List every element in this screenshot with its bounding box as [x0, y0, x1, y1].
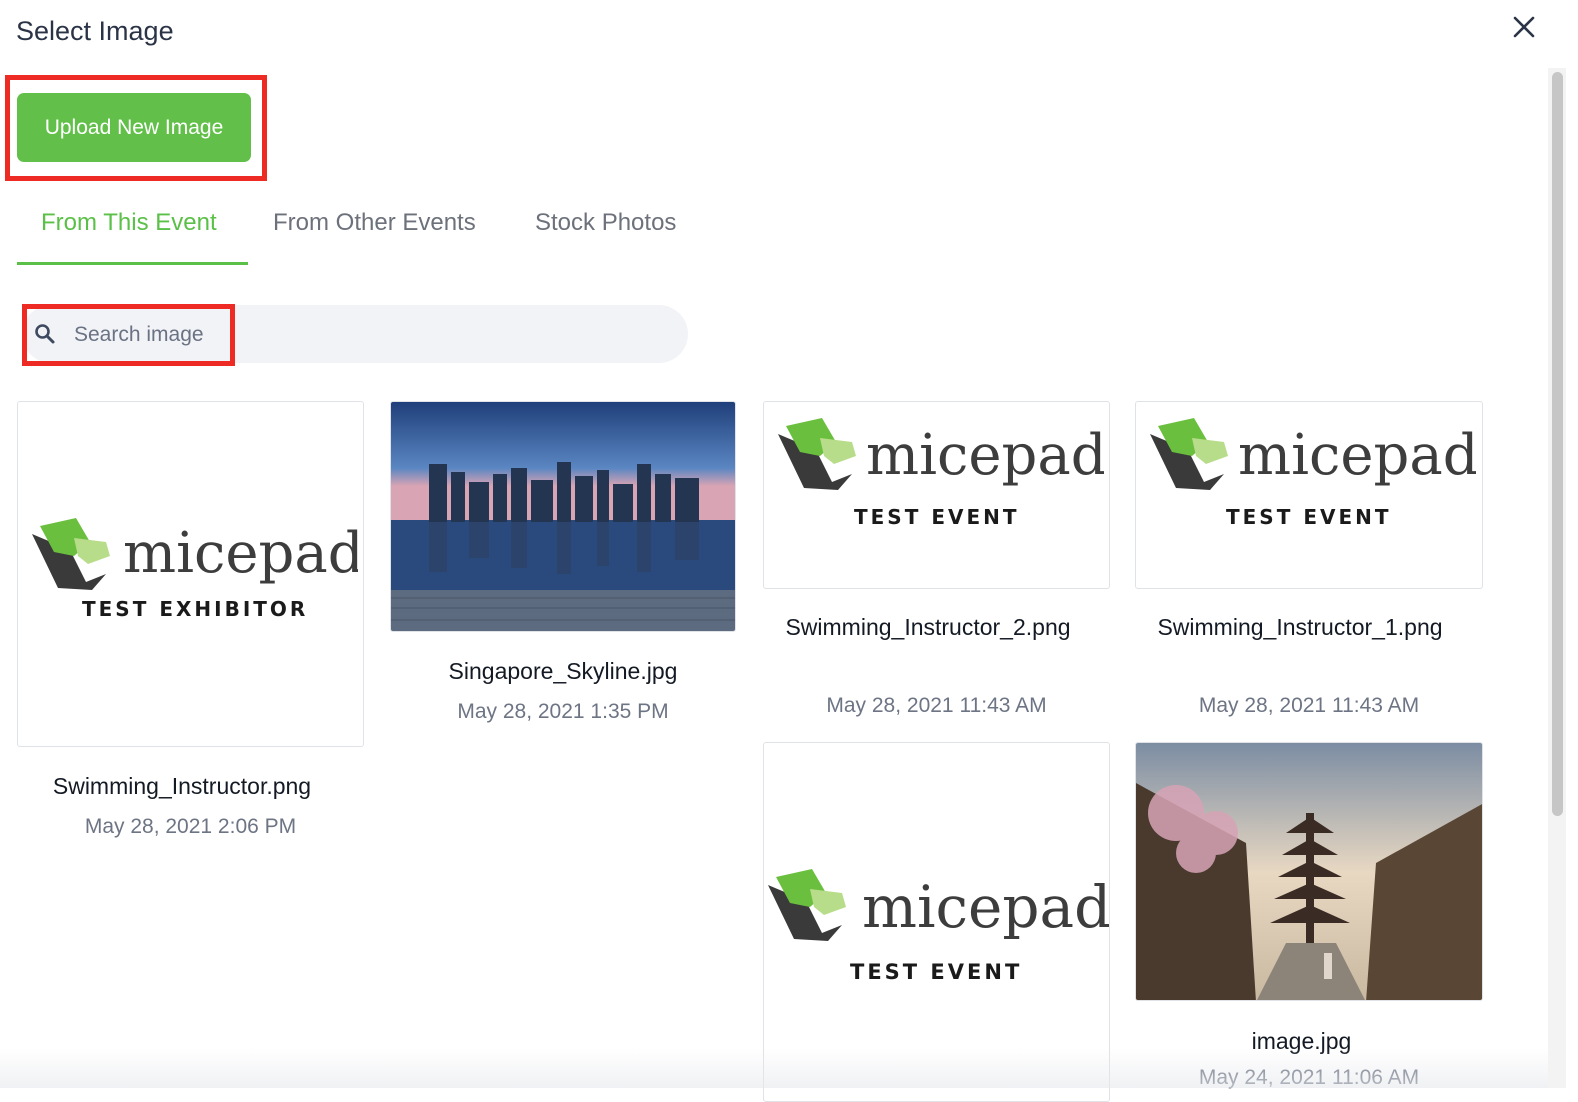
logo-subtitle: TEST EVENT: [1226, 505, 1392, 529]
tab-from-other-events[interactable]: From Other Events: [273, 209, 476, 237]
image-date: May 28, 2021 11:43 AM: [826, 694, 1047, 717]
tab-from-this-event[interactable]: From This Event: [41, 209, 217, 237]
image-filename: Singapore_Skyline.jpg: [448, 658, 678, 684]
image-card-thumbnail[interactable]: [1135, 742, 1483, 1001]
image-filename: Swimming_Instructor_2.png: [785, 614, 1071, 640]
micepad-logo: micepad TEST EVENT: [1150, 418, 1476, 529]
close-icon[interactable]: [1509, 12, 1539, 42]
logo-subtitle: TEST EXHIBITOR: [82, 597, 308, 621]
kyoto-street-photo: [1136, 743, 1482, 1000]
image-filename: image.jpg: [1251, 1028, 1352, 1054]
image-card-thumbnail[interactable]: [390, 401, 736, 632]
search-highlight-box: [22, 304, 235, 366]
image-card-thumbnail[interactable]: micepad TEST EXHIBITOR: [17, 401, 364, 747]
micepad-logo: micepad TEST EXHIBITOR: [32, 518, 358, 621]
image-date: May 28, 2021 11:43 AM: [1198, 694, 1420, 717]
image-filename: Swimming_Instructor.png: [52, 773, 312, 799]
image-card-thumbnail[interactable]: micepad TEST EVENT: [763, 401, 1110, 589]
logo-word: micepad: [862, 873, 1110, 941]
logo-word: micepad: [1238, 423, 1476, 488]
active-tab-indicator: [17, 262, 248, 265]
image-filename: Swimming_Instructor_1.png: [1157, 614, 1443, 640]
tab-stock-photos[interactable]: Stock Photos: [535, 209, 676, 237]
image-date: May 28, 2021 1:35 PM: [457, 700, 669, 723]
logo-word: micepad: [866, 423, 1104, 488]
logo-subtitle: TEST EVENT: [854, 505, 1020, 529]
image-card-thumbnail[interactable]: micepad TEST EVENT: [763, 742, 1110, 1102]
logo-subtitle: TEST EVENT: [850, 960, 1022, 983]
scrollbar-thumb[interactable]: [1552, 72, 1563, 816]
dialog-title: Select Image: [16, 16, 174, 46]
image-date: May 24, 2021 11:06 AM: [1198, 1066, 1420, 1089]
image-date: May 28, 2021 2:06 PM: [84, 815, 297, 838]
upload-new-image-button[interactable]: Upload New Image: [17, 93, 251, 162]
micepad-logo: micepad TEST EVENT: [768, 869, 1110, 983]
skyline-photo: [391, 402, 735, 631]
micepad-logo: micepad TEST EVENT: [778, 418, 1104, 529]
image-card-thumbnail[interactable]: micepad TEST EVENT: [1135, 401, 1483, 589]
logo-word: micepad: [123, 521, 358, 586]
